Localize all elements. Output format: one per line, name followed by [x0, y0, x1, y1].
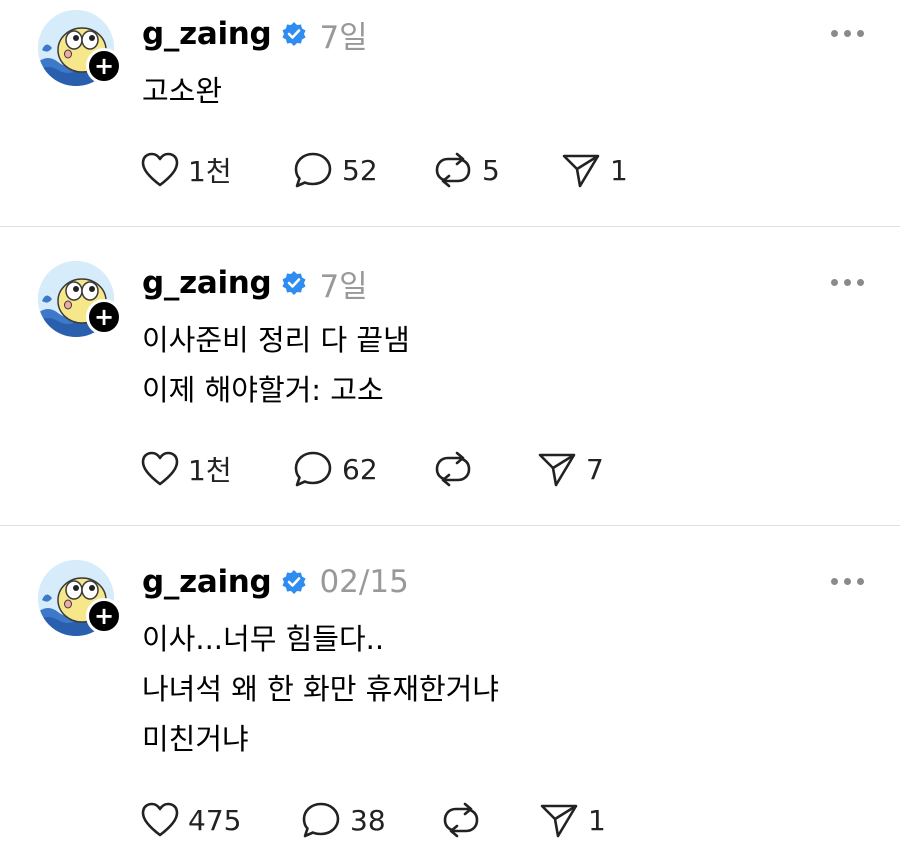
post-header: g_zaing 7일 [142, 261, 368, 305]
reply-count: 62 [342, 452, 378, 486]
like-button[interactable]: 475 [140, 800, 241, 840]
more-dots-icon[interactable] [831, 578, 864, 585]
post-text-line: 미친거냐 [142, 722, 249, 756]
verified-badge-icon [281, 569, 307, 595]
post-header: g_zaing 02/15 [142, 560, 409, 604]
speech-bubble-icon [294, 152, 332, 188]
share-count: 1 [588, 803, 606, 837]
plus-icon[interactable]: + [86, 48, 122, 84]
username[interactable]: g_zaing [142, 265, 272, 301]
speech-bubble-icon [302, 802, 340, 838]
paper-plane-icon [538, 453, 576, 487]
verified-badge-icon [281, 270, 307, 296]
verified-badge-icon [281, 21, 307, 47]
post-text-line: 이사준비 정리 다 끝냄 [142, 323, 410, 357]
username[interactable]: g_zaing [142, 16, 272, 52]
action-bar: 475 38 1 [140, 800, 660, 840]
post-text-line: 이사...너무 힘들다.. [142, 622, 385, 656]
thread-feed: + g_zaing 7일 고소완 1천 52 5 1 + g_zaing 7일 … [0, 0, 900, 868]
post-text: 이사준비 정리 다 끝냄 이제 해야할거: 고소 [142, 315, 410, 415]
share-button[interactable]: 7 [536, 449, 604, 489]
post-text: 고소완 [142, 66, 222, 116]
speech-bubble-icon [294, 451, 332, 487]
post: + g_zaing 02/15 이사...너무 힘들다.. 나녀석 왜 한 화만… [0, 526, 900, 868]
post-text: 이사...너무 힘들다.. 나녀석 왜 한 화만 휴재한거냐 미친거냐 [142, 614, 499, 764]
share-count: 7 [586, 452, 604, 486]
post: + g_zaing 7일 고소완 1천 52 5 1 [0, 0, 900, 226]
repost-button[interactable]: 5 [432, 150, 500, 190]
username[interactable]: g_zaing [142, 564, 272, 600]
action-bar: 1천 62 7 [140, 449, 660, 489]
repost-arrows-icon [435, 152, 471, 188]
post-time[interactable]: 7일 [319, 12, 367, 57]
repost-count: 5 [482, 153, 500, 187]
repost-arrows-icon [443, 802, 479, 838]
heart-icon [141, 152, 179, 187]
reply-count: 52 [342, 153, 378, 187]
like-count: 475 [188, 803, 242, 837]
avatar-button[interactable]: + [38, 261, 122, 337]
action-bar: 1천 52 5 1 [140, 150, 660, 190]
repost-button[interactable] [432, 449, 482, 489]
more-dots-icon[interactable] [831, 279, 864, 286]
paper-plane-icon [562, 154, 600, 188]
reply-button[interactable]: 38 [300, 800, 386, 840]
avatar-button[interactable]: + [38, 560, 122, 636]
post-header: g_zaing 7일 [142, 12, 368, 56]
post-text-line: 고소완 [142, 74, 223, 108]
plus-icon[interactable]: + [86, 299, 122, 335]
post-time[interactable]: 02/15 [319, 564, 408, 600]
like-button[interactable]: 1천 [140, 449, 232, 489]
reply-count: 38 [350, 803, 386, 837]
repost-button[interactable] [440, 800, 490, 840]
heart-icon [141, 451, 179, 486]
like-button[interactable]: 1천 [140, 150, 232, 190]
post-text-line: 이제 해야할거: 고소 [142, 373, 384, 407]
share-count: 1 [610, 153, 628, 187]
share-button[interactable]: 1 [538, 800, 606, 840]
post-text-line: 나녀석 왜 한 화만 휴재한거냐 [142, 672, 500, 706]
heart-icon [141, 802, 179, 837]
repost-arrows-icon [435, 451, 471, 487]
plus-icon[interactable]: + [86, 598, 122, 634]
like-count: 1천 [188, 454, 232, 487]
post: + g_zaing 7일 이사준비 정리 다 끝냄 이제 해야할거: 고소 1천 [0, 227, 900, 525]
reply-button[interactable]: 62 [292, 449, 378, 489]
post-time[interactable]: 7일 [319, 261, 367, 306]
reply-button[interactable]: 52 [292, 150, 378, 190]
paper-plane-icon [540, 804, 578, 838]
like-count: 1천 [188, 155, 232, 188]
share-button[interactable]: 1 [560, 150, 628, 190]
more-dots-icon[interactable] [831, 30, 864, 37]
avatar-button[interactable]: + [38, 10, 122, 86]
